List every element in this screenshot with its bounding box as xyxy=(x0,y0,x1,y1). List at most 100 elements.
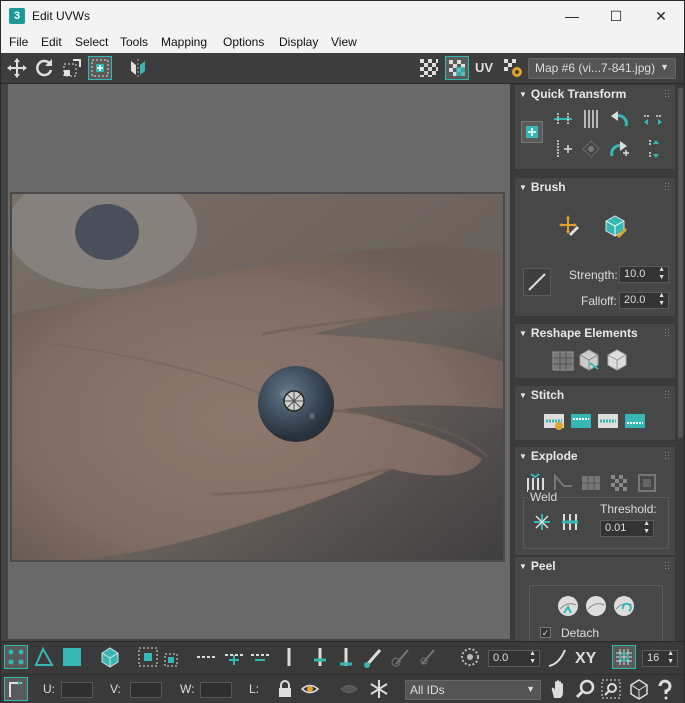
stitch-average-icon[interactable] xyxy=(595,408,621,434)
w-field[interactable] xyxy=(200,682,232,698)
weld-selected-icon[interactable] xyxy=(530,510,554,534)
vertex-mode-icon[interactable] xyxy=(4,645,28,669)
lock-icon[interactable] xyxy=(273,677,297,701)
spinner-arrows-icon[interactable]: ▲ ▼ xyxy=(529,650,536,666)
soft-selection-value[interactable]: 0.0 ▲ ▼ xyxy=(488,650,540,667)
freeze-icon[interactable] xyxy=(367,677,391,701)
space-vertical-icon[interactable] xyxy=(641,137,665,161)
spinner-arrows-icon[interactable]: ▲ ▼ xyxy=(658,266,665,282)
freeform-icon[interactable] xyxy=(88,56,112,80)
rotate-cw-icon[interactable] xyxy=(607,137,631,161)
paint-move-icon[interactable] xyxy=(555,212,583,240)
spinner-arrows-icon[interactable]: ▲ ▼ xyxy=(667,650,674,666)
grip-icon[interactable] xyxy=(664,390,670,398)
ring-select-icon[interactable] xyxy=(277,645,301,669)
uv-space-label[interactable]: UV xyxy=(475,60,493,75)
pan-hand-icon[interactable] xyxy=(547,677,571,701)
loop-select-icon[interactable] xyxy=(194,645,218,669)
zoom-extents-icon[interactable] xyxy=(627,677,651,701)
rotate-ccw-icon[interactable] xyxy=(607,107,631,131)
polygon-mode-icon[interactable] xyxy=(60,645,84,669)
detach-checkbox[interactable]: ✓ xyxy=(540,627,551,638)
reshape-elements-header[interactable]: ▼ Reshape Elements xyxy=(519,326,638,340)
material-id-filter[interactable]: All IDs ▼ xyxy=(405,680,541,700)
menu-select[interactable]: Select xyxy=(75,35,108,49)
stitch-to-target-icon[interactable] xyxy=(568,408,594,434)
brush-header[interactable]: ▼ Brush xyxy=(519,180,566,194)
menu-options[interactable]: Options xyxy=(223,35,264,49)
stitch-to-source-icon[interactable] xyxy=(622,408,648,434)
spinner-arrows-icon[interactable]: ▲ ▼ xyxy=(643,520,650,536)
grip-icon[interactable] xyxy=(664,182,670,190)
grid-size-spinner[interactable]: 16 ▲ ▼ xyxy=(642,650,678,667)
scale-icon[interactable] xyxy=(60,56,84,80)
loop-grow-icon[interactable] xyxy=(222,645,246,669)
zoom-region-icon[interactable] xyxy=(599,677,623,701)
rotate-icon[interactable] xyxy=(32,56,56,80)
straighten-selection-icon[interactable] xyxy=(549,346,577,374)
align-vertical-icon[interactable] xyxy=(579,107,603,131)
straighten-icon[interactable] xyxy=(579,137,603,161)
shrink-brush-icon[interactable] xyxy=(415,645,439,669)
relax-icon[interactable] xyxy=(575,346,603,374)
relax-brush-icon[interactable] xyxy=(601,212,629,240)
rectangle-reshape-icon[interactable] xyxy=(603,346,631,374)
soft-selection-icon[interactable] xyxy=(458,645,482,669)
hide-eye-icon[interactable] xyxy=(298,677,322,701)
falloff-curve-icon[interactable] xyxy=(546,645,570,669)
flatten-by-polygon-angle-icon[interactable] xyxy=(607,471,631,495)
grip-icon[interactable] xyxy=(664,561,670,569)
brush-falloff-curve-icon[interactable] xyxy=(523,268,551,296)
stitch-custom-icon[interactable] xyxy=(541,408,567,434)
stitch-header[interactable]: ▼ Stitch xyxy=(519,388,564,402)
quick-transform-header[interactable]: ▼ Quick Transform xyxy=(519,87,626,101)
explode-header[interactable]: ▼ Explode xyxy=(519,449,578,463)
align-to-edge-icon[interactable] xyxy=(551,137,575,161)
checker-pattern-icon[interactable] xyxy=(417,56,441,80)
peel-header[interactable]: ▼ Peel xyxy=(519,559,556,573)
reset-peel-icon[interactable] xyxy=(610,592,638,620)
mirror-icon[interactable] xyxy=(126,56,150,80)
uv-editor-viewport[interactable] xyxy=(8,84,510,639)
enlarge-brush-icon[interactable] xyxy=(389,645,413,669)
element-mode-icon[interactable] xyxy=(98,645,122,669)
edge-mode-icon[interactable] xyxy=(32,645,56,669)
falloff-spinner[interactable]: 20.0 ▲ ▼ xyxy=(619,292,669,309)
grow-selection-icon[interactable] xyxy=(136,645,160,669)
weld-all-icon[interactable] xyxy=(558,510,582,534)
grid-snap-icon[interactable] xyxy=(612,645,636,669)
panel-scrollbar[interactable] xyxy=(677,84,684,641)
move-icon[interactable] xyxy=(5,56,29,80)
coordinate-space-label[interactable]: XY xyxy=(575,650,596,668)
menu-mapping[interactable]: Mapping xyxy=(161,35,207,49)
set-pivot-icon[interactable] xyxy=(521,121,543,143)
v-field[interactable] xyxy=(130,682,162,698)
shrink-selection-icon[interactable] xyxy=(162,645,186,669)
close-button[interactable]: ✕ xyxy=(638,1,684,31)
paint-select-icon[interactable] xyxy=(361,645,385,669)
settings-icon[interactable] xyxy=(501,56,525,80)
menu-tools[interactable]: Tools xyxy=(120,35,148,49)
menu-edit[interactable]: Edit xyxy=(41,35,62,49)
quick-peel-icon[interactable] xyxy=(554,592,582,620)
texture-map-select[interactable]: Map #6 (vi...7-841.jpg) ▼ xyxy=(528,58,676,79)
absolute-offset-icon[interactable] xyxy=(4,677,28,701)
maximize-button[interactable]: ☐ xyxy=(593,1,639,31)
show-map-icon[interactable] xyxy=(445,56,469,80)
space-horizontal-icon[interactable] xyxy=(641,107,665,131)
align-horizontal-icon[interactable] xyxy=(551,107,575,131)
flatten-by-smoothing-icon[interactable] xyxy=(579,471,603,495)
spinner-arrows-icon[interactable]: ▲ ▼ xyxy=(658,292,665,308)
minimize-button[interactable]: — xyxy=(549,1,595,31)
peel-mode-icon[interactable] xyxy=(582,592,610,620)
threshold-spinner[interactable]: 0.01 ▲ ▼ xyxy=(600,520,654,537)
menu-view[interactable]: View xyxy=(331,35,357,49)
grip-icon[interactable] xyxy=(664,451,670,459)
show-all-icon[interactable] xyxy=(337,677,361,701)
menu-display[interactable]: Display xyxy=(279,35,318,49)
u-field[interactable] xyxy=(61,682,93,698)
zoom-icon[interactable] xyxy=(573,677,597,701)
grip-icon[interactable] xyxy=(664,89,670,97)
help-icon[interactable] xyxy=(653,677,677,701)
ring-shrink-icon[interactable] xyxy=(334,645,358,669)
